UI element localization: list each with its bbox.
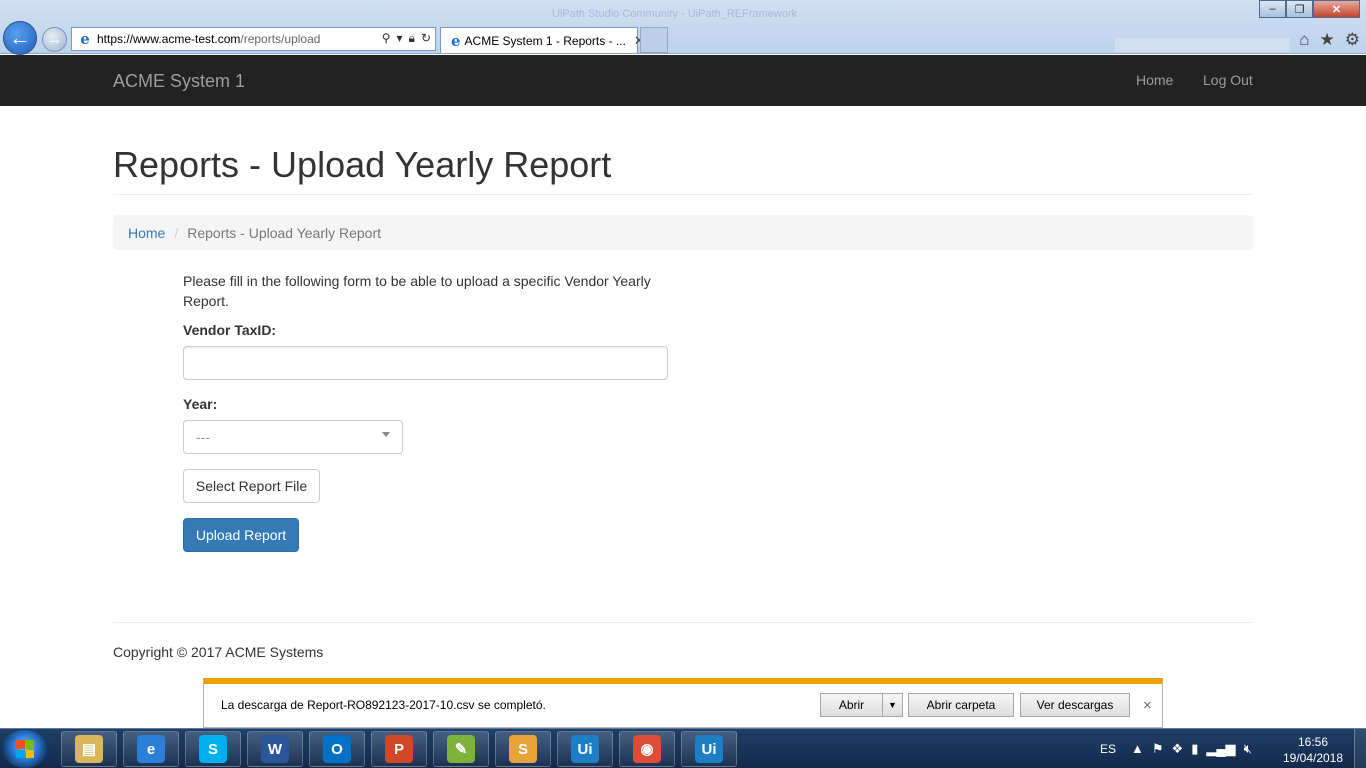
show-hidden-icons-icon[interactable]: ▲ (1131, 741, 1144, 757)
taskbar-app-outlook[interactable]: O (309, 731, 365, 767)
arrow-right-icon: → (47, 31, 62, 48)
taskbar-app-slack[interactable]: S (495, 731, 551, 767)
download-message: La descarga de Report-RO892123-2017-10.c… (221, 698, 546, 712)
taskbar-app-chrome[interactable]: ◉ (619, 731, 675, 767)
tab-title: ACME System 1 - Reports - ... (464, 33, 626, 48)
close-window-button[interactable]: ✕ (1313, 0, 1360, 18)
download-notification-bar: La descarga de Report-RO892123-2017-10.c… (203, 678, 1163, 728)
powerpoint-icon: P (385, 735, 413, 763)
taskbar-app-explorer[interactable]: ▤ (61, 731, 117, 767)
maximize-button[interactable]: ❐ (1286, 0, 1313, 18)
open-folder-button[interactable]: Abrir carpeta (908, 693, 1014, 717)
url-text: https://www.acme-test.com/reports/upload (97, 32, 321, 46)
clock-date: 19/04/2018 (1282, 751, 1344, 765)
notepad-plus-icon: ✎ (447, 735, 475, 763)
view-downloads-button[interactable]: Ver descargas (1020, 693, 1130, 717)
home-icon[interactable]: ⌂ (1299, 30, 1309, 50)
lock-icon[interactable]: 🔒︎ (409, 31, 415, 46)
breadcrumb-home-link[interactable]: Home (128, 225, 165, 241)
internet-explorer-icon: e (137, 735, 165, 763)
word-icon: W (261, 735, 289, 763)
nav-home-link[interactable]: Home (1136, 72, 1173, 88)
tab-acme-reports[interactable]: e ACME System 1 - Reports - ... ✕ (440, 27, 645, 53)
ie-page-icon: e (80, 30, 90, 48)
windows-taskbar: ▤ e S W O P ✎ S Ui ◉ Ui ES ▲ ⚑ ❖ ▮ ▂▄▆ 🔇︎ 16:56 19… (0, 728, 1366, 768)
explorer-icon: ▤ (75, 735, 103, 763)
address-bar[interactable]: e https://www.acme-test.com/reports/uplo… (71, 27, 436, 51)
minimize-button[interactable]: ‒ (1259, 0, 1286, 18)
year-select[interactable]: --- (183, 420, 403, 454)
breadcrumb-separator: / (174, 224, 179, 241)
network-signal-icon[interactable]: ▂▄▆ (1206, 741, 1235, 757)
chevron-down-icon (382, 432, 390, 437)
new-tab-button[interactable] (640, 27, 668, 53)
vendor-taxid-input[interactable] (183, 346, 668, 380)
ie-tab-icon: e (451, 31, 461, 50)
show-desktop-button[interactable] (1354, 729, 1366, 768)
uipath-studio-icon: Ui (571, 735, 599, 763)
footer-divider (113, 622, 1253, 623)
system-clock[interactable]: 16:56 19/04/2018 (1280, 734, 1346, 766)
blurred-search-box (1115, 38, 1290, 52)
caret-down-icon: ▼ (888, 700, 897, 710)
taskbar-app-skype[interactable]: S (185, 731, 241, 767)
form-instructions: Please fill in the following form to be … (183, 273, 651, 309)
year-label: Year: (183, 396, 218, 412)
volume-muted-icon[interactable]: 🔇︎ (1244, 741, 1252, 757)
power-icon[interactable]: ▮ (1191, 741, 1198, 757)
year-selected-value: --- (196, 429, 210, 445)
nav-logout-link[interactable]: Log Out (1203, 72, 1253, 88)
start-button[interactable] (2, 730, 48, 768)
taskbar-app-uipath-studio[interactable]: Ui (557, 731, 613, 767)
chrome-icon: ◉ (633, 735, 661, 763)
settings-gear-icon[interactable]: ⚙ (1345, 30, 1360, 50)
system-tray: ▲ ⚑ ❖ ▮ ▂▄▆ 🔇︎ (1131, 741, 1252, 757)
brand-link[interactable]: ACME System 1 (113, 71, 245, 92)
action-center-flag-icon[interactable]: ⚑ (1152, 741, 1164, 757)
open-download-button[interactable]: Abrir (820, 693, 883, 717)
title-divider (113, 194, 1253, 195)
skype-icon: S (199, 735, 227, 763)
copyright-text: Copyright © 2017 ACME Systems (113, 644, 324, 660)
open-options-dropdown[interactable]: ▼ (882, 693, 903, 717)
select-report-file-button[interactable]: Select Report File (183, 469, 320, 503)
browser-icons: ⌂ ★ ⚙ (1299, 30, 1360, 50)
slack-icon: S (509, 735, 537, 763)
favorites-star-icon[interactable]: ★ (1320, 30, 1335, 50)
taskbar-app-uipath-robot[interactable]: Ui (681, 731, 737, 767)
site-navbar: ACME System 1 Home Log Out (0, 55, 1366, 106)
windows-logo-icon (16, 740, 34, 758)
breadcrumb: Home / Reports - Upload Yearly Report (113, 215, 1253, 250)
taskbar-app-internet-explorer[interactable]: e (123, 731, 179, 767)
close-notification-icon[interactable]: × (1143, 697, 1152, 714)
clock-time: 16:56 (1297, 735, 1329, 749)
dropdown-icon[interactable]: ▾ (397, 31, 403, 46)
uipath-robot-icon: Ui (695, 735, 723, 763)
forward-button[interactable]: → (42, 27, 67, 52)
taskbar-app-powerpoint[interactable]: P (371, 731, 427, 767)
arrow-left-icon: ← (9, 25, 31, 50)
taskbar-app-notepad-plus[interactable]: ✎ (433, 731, 489, 767)
language-indicator[interactable]: ES (1100, 742, 1116, 756)
upload-report-button[interactable]: Upload Report (183, 518, 299, 552)
breadcrumb-current: Reports - Upload Yearly Report (187, 224, 382, 241)
taskbar-app-word[interactable]: W (247, 731, 303, 767)
outlook-icon: O (323, 735, 351, 763)
window-controls: ‒ ❐ ✕ (1259, 0, 1360, 18)
back-button[interactable]: ← (3, 21, 37, 55)
search-icon[interactable]: ⚲ (382, 31, 391, 46)
page-title: Reports - Upload Yearly Report (113, 144, 612, 185)
window-title: UiPath Studio Community - UiPath_REFrame… (552, 8, 798, 20)
refresh-icon[interactable]: ↻ (421, 31, 431, 46)
address-bar-icons: ⚲ ▾ 🔒︎ ↻ (382, 31, 431, 46)
vendor-taxid-label: Vendor TaxID: (183, 322, 277, 338)
browser-toolbar: UiPath Studio Community - UiPath_REFrame… (0, 0, 1366, 55)
dropbox-icon[interactable]: ❖ (1172, 741, 1184, 757)
